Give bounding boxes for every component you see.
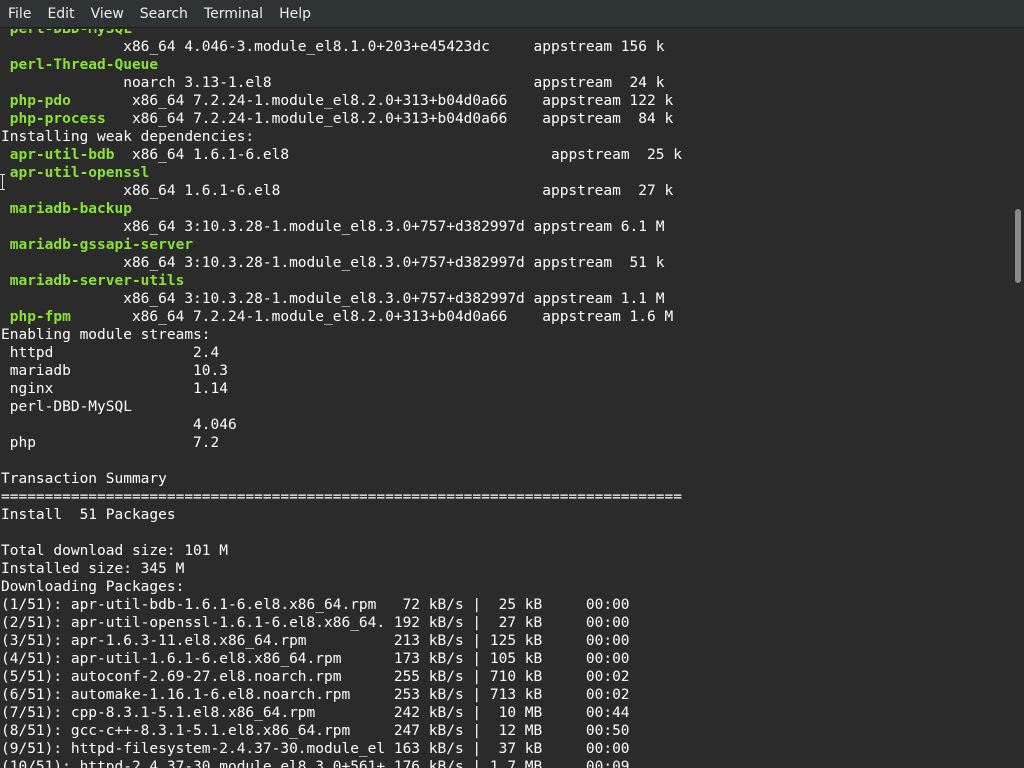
terminal-screen: perl-DBD-MySQL x86_64 4.046-3.module_el8… (1, 29, 682, 768)
menu-edit[interactable]: Edit (39, 0, 82, 28)
terminal-line: mariadb 10.3 (1, 362, 682, 380)
terminal-line: php 7.2 (1, 434, 682, 452)
line-text: noarch 3.13-1.el8 appstream 24 k (1, 75, 665, 91)
terminal-line: Downloading Packages: (1, 578, 682, 596)
menu-view[interactable]: View (83, 0, 132, 28)
terminal-line: (3/51): apr-1.6.3-11.el8.x86_64.rpm 213 … (1, 632, 682, 650)
line-text: x86_64 1.6.1-6.el8 appstream 25 k (114, 147, 682, 163)
line-text: Total download size: 101 M (1, 543, 228, 559)
terminal-line: (8/51): gcc-c++-8.3.1-5.1.el8.x86_64.rpm… (1, 722, 682, 740)
line-text: x86_64 7.2.24-1.module_el8.2.0+313+b04d0… (70, 93, 674, 109)
line-text: x86_64 3:10.3.28-1.module_el8.3.0+757+d3… (1, 291, 665, 307)
scrollbar-track[interactable] (1012, 29, 1024, 768)
terminal-line: x86_64 3:10.3.28-1.module_el8.3.0+757+d3… (1, 218, 682, 236)
terminal-line: x86_64 3:10.3.28-1.module_el8.3.0+757+d3… (1, 254, 682, 272)
package-name: perl-Thread-Queue (9, 57, 159, 73)
line-text: Enabling module streams: (1, 327, 211, 343)
terminal-line: 4.046 (1, 416, 682, 434)
terminal-line: Install 51 Packages (1, 506, 682, 524)
terminal-line: php-pdo x86_64 7.2.24-1.module_el8.2.0+3… (1, 92, 682, 110)
line-text: Downloading Packages: (1, 579, 185, 595)
terminal-window: File Edit View Search Terminal Help perl… (0, 0, 1024, 768)
terminal-line: php-fpm x86_64 7.2.24-1.module_el8.2.0+3… (1, 308, 682, 326)
terminal-line: (10/51): httpd-2.4.37-30.module_el8.3.0+… (1, 758, 682, 768)
line-text: Install 51 Packages (1, 507, 176, 523)
terminal-output-area[interactable]: perl-DBD-MySQL x86_64 4.046-3.module_el8… (0, 29, 1012, 768)
line-text: ========================================… (1, 489, 682, 505)
terminal-line: noarch 3.13-1.el8 appstream 24 k (1, 74, 682, 92)
package-name: php-pdo (9, 93, 71, 109)
terminal-line: apr-util-openssl (1, 164, 682, 182)
line-text: (2/51): apr-util-openssl-1.6.1-6.el8.x86… (1, 615, 630, 631)
scrollbar-thumb[interactable] (1015, 209, 1021, 283)
terminal-line: Enabling module streams: (1, 326, 682, 344)
line-text: (9/51): httpd-filesystem-2.4.37-30.modul… (1, 741, 630, 757)
terminal-line: mariadb-backup (1, 200, 682, 218)
terminal-line: x86_64 1.6.1-6.el8 appstream 27 k (1, 182, 682, 200)
terminal-line: mariadb-gssapi-server (1, 236, 682, 254)
package-name: mariadb-gssapi-server (9, 237, 194, 253)
terminal-line: (1/51): apr-util-bdb-1.6.1-6.el8.x86_64.… (1, 596, 682, 614)
line-text: x86_64 7.2.24-1.module_el8.2.0+313+b04d0… (70, 309, 674, 325)
line-text: (1/51): apr-util-bdb-1.6.1-6.el8.x86_64.… (1, 597, 630, 613)
terminal-line: x86_64 4.046-3.module_el8.1.0+203+e45423… (1, 38, 682, 56)
line-text: perl-DBD-MySQL (1, 399, 132, 415)
line-text: Installing weak dependencies: (1, 129, 255, 145)
package-name: mariadb-backup (9, 201, 132, 217)
line-text: x86_64 3:10.3.28-1.module_el8.3.0+757+d3… (1, 255, 665, 271)
package-name: perl-DBD-MySQL (9, 29, 132, 37)
terminal-line: (5/51): autoconf-2.69-27.el8.noarch.rpm … (1, 668, 682, 686)
menu-search[interactable]: Search (132, 0, 196, 28)
line-text: Transaction Summary (1, 471, 167, 487)
package-name: php-fpm (9, 309, 71, 325)
terminal-line: (9/51): httpd-filesystem-2.4.37-30.modul… (1, 740, 682, 758)
line-text: (6/51): automake-1.16.1-6.el8.noarch.rpm… (1, 687, 630, 703)
line-text: 4.046 (1, 417, 237, 433)
line-text: httpd 2.4 (1, 345, 220, 361)
terminal-line: Installing weak dependencies: (1, 128, 682, 146)
line-text: (10/51): httpd-2.4.37-30.module_el8.3.0+… (1, 759, 630, 768)
line-text: Installed size: 345 M (1, 561, 185, 577)
line-text: x86_64 3:10.3.28-1.module_el8.3.0+757+d3… (1, 219, 665, 235)
line-text: (7/51): cpp-8.3.1-5.1.el8.x86_64.rpm 242… (1, 705, 630, 721)
package-name: mariadb-server-utils (9, 273, 185, 289)
line-text: x86_64 7.2.24-1.module_el8.2.0+313+b04d0… (105, 111, 674, 127)
line-text: (3/51): apr-1.6.3-11.el8.x86_64.rpm 213 … (1, 633, 630, 649)
text-cursor-icon (0, 174, 6, 190)
line-text: (5/51): autoconf-2.69-27.el8.noarch.rpm … (1, 669, 630, 685)
terminal-line: (4/51): apr-util-1.6.1-6.el8.x86_64.rpm … (1, 650, 682, 668)
menu-file[interactable]: File (0, 0, 39, 28)
package-name: apr-util-openssl (9, 165, 150, 181)
line-text: php 7.2 (1, 435, 220, 451)
terminal-line: apr-util-bdb x86_64 1.6.1-6.el8 appstrea… (1, 146, 682, 164)
terminal-line: mariadb-server-utils (1, 272, 682, 290)
line-text: mariadb 10.3 (1, 363, 228, 379)
terminal-line: ========================================… (1, 488, 682, 506)
terminal-line: php-process x86_64 7.2.24-1.module_el8.2… (1, 110, 682, 128)
terminal-line: (2/51): apr-util-openssl-1.6.1-6.el8.x86… (1, 614, 682, 632)
package-name: apr-util-bdb (9, 147, 115, 163)
terminal-line: (7/51): cpp-8.3.1-5.1.el8.x86_64.rpm 242… (1, 704, 682, 722)
line-text: x86_64 1.6.1-6.el8 appstream 27 k (1, 183, 674, 199)
package-name: php-process (9, 111, 106, 127)
terminal-line: nginx 1.14 (1, 380, 682, 398)
terminal-line: perl-DBD-MySQL (1, 29, 682, 38)
menu-bar: File Edit View Search Terminal Help (0, 0, 1024, 28)
terminal-line: Total download size: 101 M (1, 542, 682, 560)
line-text: (8/51): gcc-c++-8.3.1-5.1.el8.x86_64.rpm… (1, 723, 630, 739)
terminal-line: x86_64 3:10.3.28-1.module_el8.3.0+757+d3… (1, 290, 682, 308)
terminal-line: perl-DBD-MySQL (1, 398, 682, 416)
line-text: x86_64 4.046-3.module_el8.1.0+203+e45423… (1, 39, 665, 55)
terminal-line: Installed size: 345 M (1, 560, 682, 578)
line-text: nginx 1.14 (1, 381, 228, 397)
menu-help[interactable]: Help (271, 0, 319, 28)
terminal-line: httpd 2.4 (1, 344, 682, 362)
terminal-line: (6/51): automake-1.16.1-6.el8.noarch.rpm… (1, 686, 682, 704)
terminal-line: perl-Thread-Queue (1, 56, 682, 74)
menu-terminal[interactable]: Terminal (196, 0, 271, 28)
terminal-line: Transaction Summary (1, 470, 682, 488)
line-text: (4/51): apr-util-1.6.1-6.el8.x86_64.rpm … (1, 651, 630, 667)
